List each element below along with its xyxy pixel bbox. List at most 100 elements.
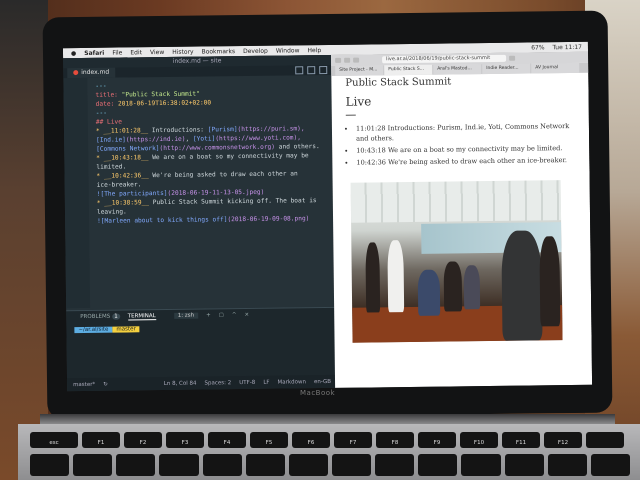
keyboard-key[interactable]: F8	[376, 432, 414, 448]
keyboard-key[interactable]: F10	[460, 432, 498, 448]
keyboard-key[interactable]	[461, 454, 501, 476]
status-eol[interactable]: LF	[263, 379, 269, 385]
keyboard-key[interactable]: F2	[124, 432, 162, 448]
tab-problems[interactable]: PROBLEMS 1	[80, 313, 120, 320]
keyboard-key[interactable]: F5	[250, 432, 288, 448]
editor-tab[interactable]: index.md	[67, 67, 116, 79]
status-position[interactable]: Ln 8, Col 84	[164, 380, 197, 386]
keyboard-key[interactable]	[159, 454, 199, 476]
keyboard-key[interactable]	[375, 454, 415, 476]
keyboard-key[interactable]: F3	[166, 432, 204, 448]
menu-help[interactable]: Help	[307, 47, 321, 54]
participants-photo	[350, 180, 563, 343]
keyboard-key[interactable]: esc	[30, 432, 78, 448]
back-button[interactable]	[335, 57, 342, 63]
add-terminal-icon[interactable]: +	[206, 312, 211, 318]
sidebar-button[interactable]	[353, 57, 360, 63]
chevron-up-icon[interactable]: ^	[232, 312, 237, 318]
clock[interactable]: Tue 11:17	[552, 43, 582, 50]
keyboard-key[interactable]	[245, 454, 285, 476]
keyboard-key[interactable]	[202, 454, 242, 476]
keyboard-key[interactable]: F4	[208, 432, 246, 448]
keyboard-key[interactable]	[73, 454, 113, 476]
photo-person	[501, 230, 543, 341]
share-button[interactable]	[509, 55, 516, 61]
photo-person	[387, 240, 405, 313]
code-token: (https://puri.sm),	[237, 125, 305, 134]
number-key-row	[30, 454, 630, 476]
sync-icon[interactable]: ↻	[103, 381, 108, 387]
keyboard-key[interactable]: F1	[82, 432, 120, 448]
terminal-select[interactable]: 1: zsh	[173, 312, 199, 319]
menu-bookmarks[interactable]: Bookmarks	[202, 48, 236, 55]
keyboard-key[interactable]	[547, 454, 587, 476]
keyboard-key[interactable]	[30, 454, 70, 476]
prompt-path: ~/ar.al/site	[74, 326, 113, 334]
menu-edit[interactable]: Edit	[130, 49, 142, 56]
browser-tab-active[interactable]: Public Stack S...	[384, 64, 433, 76]
code-token: "Public Stack Summit"	[121, 90, 200, 99]
browser-tab[interactable]: Site Project - M...	[335, 65, 384, 76]
keyboard-key[interactable]	[418, 454, 458, 476]
keyboard-key[interactable]	[504, 454, 544, 476]
code-token: * __10:43:18__	[96, 154, 153, 162]
status-spaces[interactable]: Spaces: 2	[204, 380, 231, 386]
code-token: ## Live	[95, 118, 122, 126]
tab-terminal[interactable]: TERMINAL	[127, 312, 156, 320]
keyboard-key[interactable]	[116, 454, 156, 476]
close-icon[interactable]: ×	[244, 312, 249, 318]
terminal-prompt[interactable]: ~/ar.al/site master	[74, 324, 334, 334]
code-token: title:	[95, 91, 122, 99]
menu-history[interactable]: History	[172, 48, 193, 55]
status-encoding[interactable]: UTF-8	[239, 379, 255, 385]
browser-tab[interactable]: AV Journal	[531, 62, 580, 74]
status-language[interactable]: Markdown	[278, 379, 306, 385]
panel-tabs: PROBLEMS 1 TERMINAL 1: zsh + ▢ ^ ×	[66, 308, 334, 323]
code-token: ice-breaker.	[96, 181, 142, 189]
menu-view[interactable]: View	[150, 48, 164, 55]
address-bar[interactable]: live.ar.al/2018/06/19/public-stack-summi…	[382, 54, 507, 64]
status-branch[interactable]: master*	[73, 381, 95, 387]
split-editor-icon[interactable]	[295, 66, 304, 75]
code-token: date:	[95, 100, 119, 108]
code-token: We're being asked to draw each other an	[152, 170, 298, 180]
code-token: ---	[95, 109, 107, 117]
section-heading: Live	[345, 94, 372, 109]
keyboard-key[interactable]	[590, 454, 630, 476]
menu-file[interactable]: File	[112, 49, 122, 56]
menu-develop[interactable]: Develop	[243, 47, 268, 54]
battery-level[interactable]: 67%	[531, 44, 544, 51]
code-line[interactable]: ![Marleen about to kick things off](2018…	[65, 214, 333, 226]
keyboard-key[interactable]	[288, 454, 328, 476]
code-token: ![Marleen about to kick things off]	[97, 216, 228, 225]
menu-window[interactable]: Window	[276, 47, 300, 54]
keyboard-key[interactable]	[586, 432, 624, 448]
code-area[interactable]: --- title: "Public Stack Summit" date: 201…	[63, 75, 334, 308]
status-locale[interactable]: en-GB	[314, 378, 331, 384]
photo-ceiling	[350, 180, 562, 223]
status-bar: master* ↻ Ln 8, Col 84 Spaces: 2 UTF-8 L…	[66, 374, 336, 392]
code-token: ![The participants]	[96, 189, 168, 198]
keyboard-key[interactable]: F9	[418, 432, 456, 448]
code-token: (https://ind.ie)	[125, 135, 186, 144]
preview-icon[interactable]	[307, 66, 316, 75]
keyboard-key[interactable]: F6	[292, 432, 330, 448]
browser-tab[interactable]: Aral's Mastod...	[433, 64, 482, 75]
browser-tab[interactable]: Indie Reader...	[482, 63, 531, 75]
keyboard-key[interactable]: F12	[544, 432, 582, 448]
bottom-panel: PROBLEMS 1 TERMINAL 1: zsh + ▢ ^ × ~/ar.a…	[66, 306, 335, 380]
problems-count-badge: 1	[112, 313, 120, 320]
keyboard-key[interactable]: F11	[502, 432, 540, 448]
forward-button[interactable]	[344, 57, 351, 63]
keyboard-key[interactable]: F7	[334, 432, 372, 448]
browser-window: live.ar.al/2018/06/19/public-stack-summi…	[331, 51, 593, 388]
more-icon[interactable]	[319, 65, 328, 75]
code-token: * __11:01:28__	[95, 127, 152, 135]
apple-icon[interactable]: ●	[71, 50, 76, 57]
code-token: * __10:38:59__	[96, 199, 153, 207]
keyboard-key[interactable]	[331, 454, 372, 476]
trash-icon[interactable]: ▢	[219, 312, 224, 318]
photo-person	[417, 269, 441, 316]
page-title: Public Stack Summit	[345, 76, 452, 89]
menu-app-name[interactable]: Safari	[84, 49, 104, 56]
